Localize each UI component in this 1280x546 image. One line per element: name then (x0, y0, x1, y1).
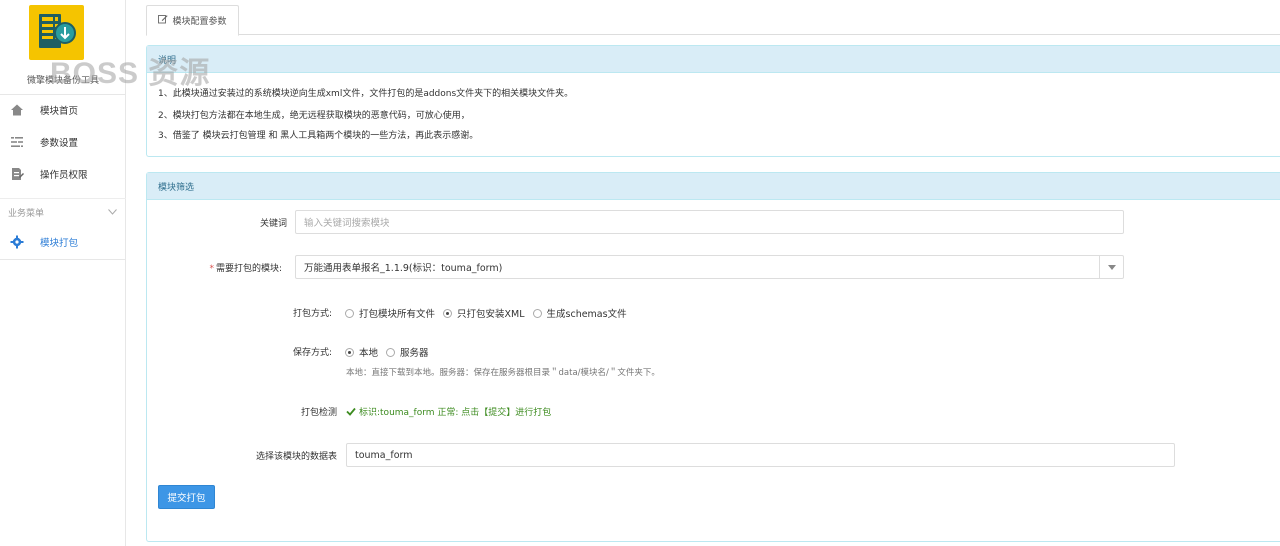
data-tables-input[interactable]: touma_form (346, 443, 1175, 467)
caret-down-icon (1107, 264, 1116, 270)
note-line: 3、借鉴了 模块云打包管理 和 黑人工具箱两个模块的一些方法，再此表示感谢。 (158, 131, 479, 141)
radio-dot (443, 308, 453, 318)
sidebar-section-label: 业务菜单 (8, 209, 45, 219)
pack-check-status: 标识:touma_form 正常: 点击【提交】进行打包 (346, 405, 551, 418)
tab-module-config[interactable]: 模块配置参数 (146, 5, 239, 36)
pack-mode-schemas-radio[interactable]: 生成schemas文件 (532, 306, 627, 320)
note-line: 2、模块打包方法都在本地生成，绝无远程获取模块的恶意代码，可放心使用， (158, 111, 470, 121)
required-mark: * (209, 264, 214, 274)
edit-icon (158, 14, 169, 27)
radio-dot (345, 347, 354, 357)
module-filter-panel: 模块筛选 关键词 输入关键词搜索模块 * 需要打包的模块: 万能通用表单报名_1.… (146, 172, 1280, 542)
list-settings-icon (10, 135, 24, 149)
document-edit-icon (10, 167, 24, 181)
notes-panel-title: 说明 (147, 46, 1280, 73)
pack-mode-radio-group: 打包模块所有文件 只打包安装XML 生成schemas文件 (345, 306, 635, 320)
sidebar-item-settings[interactable]: 参数设置 (0, 127, 126, 157)
app-logo (29, 5, 84, 60)
radio-label: 本地 (359, 348, 379, 359)
sidebar-item-module-pack[interactable]: 模块打包 (0, 227, 126, 257)
save-mode-server-radio[interactable]: 服务器 (386, 345, 429, 359)
sidebar-item-home[interactable]: 模块首页 (0, 95, 126, 125)
radio-dot (532, 308, 542, 318)
filter-panel-title: 模块筛选 (147, 173, 1280, 200)
sidebar-header: 微擎模块备份工具 (0, 0, 125, 95)
save-mode-help-text: 本地：直接下载到本地。服务器：保存在服务器根目录＂data/模块名/＂文件夹下。 (346, 368, 660, 378)
sidebar-section-business-menu[interactable]: 业务菜单 (0, 198, 126, 226)
pack-check-message: 标识:touma_form 正常: 点击【提交】进行打包 (359, 408, 552, 418)
module-select-label: * 需要打包的模块: (167, 261, 282, 274)
gear-icon (10, 235, 24, 249)
sidebar-item-label: 模块首页 (40, 106, 79, 117)
sidebar: 微擎模块备份工具 BOSS 资源 模块首页 参数设置 操作员权限 业务菜单 模块… (0, 0, 209, 546)
tab-label: 模块配置参数 (172, 17, 227, 27)
keyword-search-input[interactable]: 输入关键词搜索模块 (295, 210, 1124, 234)
select-arrow[interactable] (1099, 256, 1123, 278)
sidebar-item-operator-permissions[interactable]: 操作员权限 (0, 159, 126, 189)
submit-pack-button[interactable]: 提交打包 (158, 485, 215, 509)
note-line: 1、此模块通过安装过的系统模块逆向生成xml文件，文件打包的是addons文件夹… (158, 89, 574, 99)
app-name: 微擎模块备份工具 (26, 76, 99, 86)
radio-dot (386, 347, 396, 357)
module-select-value: 万能通用表单报名_1.1.9(标识：touma_form) (304, 263, 503, 274)
backup-tool-icon (39, 14, 76, 48)
module-select-label-text: 需要打包的模块: (215, 264, 282, 274)
save-mode-radio-group: 本地 服务器 (345, 345, 437, 359)
radio-label: 生成schemas文件 (546, 309, 627, 320)
check-icon (346, 407, 356, 416)
radio-label: 只打包安装XML (457, 309, 525, 320)
pack-mode-xml-only-radio[interactable]: 只打包安装XML (443, 306, 525, 320)
home-icon (10, 103, 24, 117)
tab-bar: 模块配置参数 (146, 5, 1280, 36)
sidebar-item-label: 参数设置 (40, 138, 79, 149)
pack-mode-label: 打包方式: (292, 309, 332, 319)
pack-mode-all-files-radio[interactable]: 打包模块所有文件 (345, 306, 435, 320)
radio-dot (345, 308, 354, 318)
save-mode-local-radio[interactable]: 本地 (345, 345, 378, 359)
sidebar-item-label: 操作员权限 (40, 170, 88, 181)
sidebar-item-label: 模块打包 (40, 238, 79, 249)
radio-label: 服务器 (400, 348, 429, 359)
chevron-down-icon (108, 207, 117, 215)
data-tables-label: 选择该模块的数据表 (255, 452, 337, 462)
keyword-label: 关键词 (259, 219, 287, 229)
pack-check-label: 打包检测 (300, 408, 337, 418)
module-select[interactable]: 万能通用表单报名_1.1.9(标识：touma_form) (295, 255, 1124, 279)
divider (0, 259, 126, 260)
radio-label: 打包模块所有文件 (359, 309, 436, 320)
notes-panel: 说明 1、此模块通过安装过的系统模块逆向生成xml文件，文件打包的是addons… (146, 45, 1280, 157)
save-mode-label: 保存方式: (292, 348, 332, 358)
